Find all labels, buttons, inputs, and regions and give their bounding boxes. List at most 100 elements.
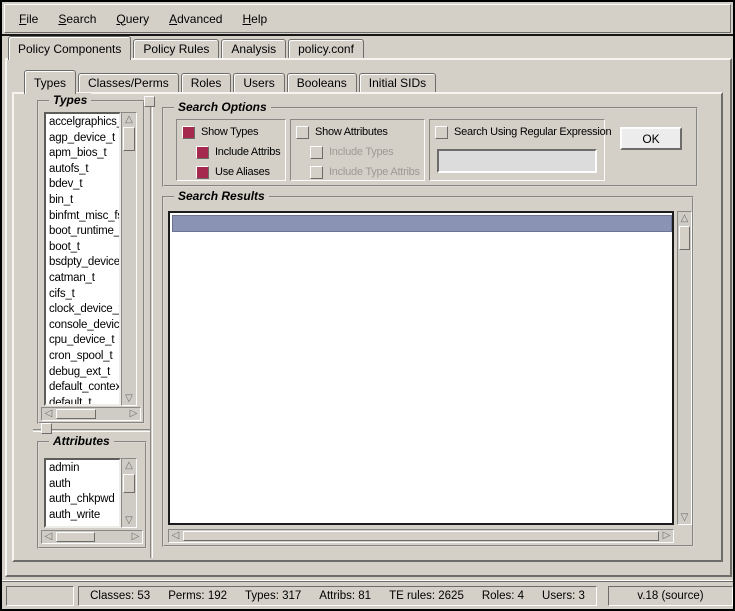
menu-file[interactable]: File	[13, 10, 44, 28]
attributes-vertical-scrollbar[interactable]: △ ▽	[121, 458, 137, 528]
list-item[interactable]: cron_spool_t	[49, 349, 119, 365]
stat-classes: Classes: 53	[90, 590, 150, 602]
horizontal-sash-handle[interactable]	[41, 423, 52, 434]
tab-classes-perms[interactable]: Classes/Perms	[78, 73, 179, 92]
scrollbar-thumb[interactable]	[56, 532, 95, 542]
checkbox-unchecked-icon	[435, 126, 448, 139]
checkbox-label: Include Types	[329, 146, 393, 158]
vertical-sash-handle[interactable]	[144, 96, 155, 107]
checkbox-include-type-attribs[interactable]: Include Type Attribs	[310, 165, 420, 179]
ok-button[interactable]: OK	[620, 127, 682, 150]
scrollbar-thumb[interactable]	[56, 409, 96, 419]
list-item[interactable]: boot_t	[49, 240, 119, 256]
list-item[interactable]: bdev_t	[49, 177, 119, 193]
tab-roles[interactable]: Roles	[181, 73, 232, 92]
menu-help[interactable]: Help	[236, 10, 273, 28]
ok-button-label: OK	[642, 132, 659, 146]
status-separator	[2, 580, 733, 582]
scroll-up-icon[interactable]: △	[678, 212, 691, 225]
checkbox-unchecked-icon	[310, 146, 323, 159]
list-item[interactable]: accelgraphics_e	[49, 115, 119, 131]
scrollbar-thumb[interactable]	[123, 127, 135, 151]
tab-policy-rules[interactable]: Policy Rules	[133, 39, 219, 58]
scroll-up-icon[interactable]: △	[122, 459, 136, 472]
checkbox-unchecked-icon	[296, 126, 309, 139]
stat-roles: Roles: 4	[482, 590, 524, 602]
search-options-label: Search Options	[174, 100, 271, 114]
checkbox-show-attributes[interactable]: Show Attributes	[296, 125, 388, 139]
list-item[interactable]: bsdpty_device_	[49, 255, 119, 271]
list-item[interactable]: cpu_device_t	[49, 333, 119, 349]
list-item[interactable]: bin_t	[49, 193, 119, 209]
results-horizontal-scrollbar[interactable]: ◁ ▷	[168, 529, 674, 543]
menu-query[interactable]: Query	[110, 10, 155, 28]
attributes-listbox[interactable]: admin auth auth_chkpwd auth_write	[44, 458, 121, 528]
tab-types[interactable]: Types	[24, 70, 76, 94]
list-item[interactable]: agp_device_t	[49, 131, 119, 147]
scroll-left-icon[interactable]: ◁	[169, 530, 182, 542]
status-panel-left	[6, 586, 74, 606]
menu-bar: File Search Query Advanced Help	[4, 4, 731, 33]
checkbox-show-types[interactable]: Show Types	[182, 125, 258, 139]
types-horizontal-scrollbar[interactable]: ◁ ▷	[41, 407, 141, 421]
list-item[interactable]: clock_device_t	[49, 302, 119, 318]
menu-advanced[interactable]: Advanced	[163, 10, 228, 28]
checkbox-include-types[interactable]: Include Types	[310, 145, 393, 159]
scroll-down-icon[interactable]: ▽	[122, 392, 136, 405]
scroll-up-icon[interactable]: △	[122, 113, 136, 126]
scroll-down-icon[interactable]: ▽	[122, 514, 136, 527]
version-label: v.18 (source)	[637, 590, 703, 602]
checkbox-include-attribs[interactable]: Include Attribs	[196, 145, 280, 159]
types-vertical-scrollbar[interactable]: △ ▽	[121, 112, 137, 406]
scroll-left-icon[interactable]: ◁	[42, 408, 55, 420]
list-item[interactable]: auth_chkpwd	[49, 492, 119, 508]
tab-users[interactable]: Users	[233, 73, 284, 92]
tab-policy-conf[interactable]: policy.conf	[288, 39, 364, 58]
types-listbox[interactable]: accelgraphics_e agp_device_t apm_bios_t …	[44, 112, 121, 406]
list-item[interactable]: cifs_t	[49, 287, 119, 303]
checkbox-label: Search Using Regular Expression	[454, 126, 611, 138]
checkbox-regex-search[interactable]: Search Using Regular Expression	[435, 125, 611, 139]
app-window: File Search Query Advanced Help Policy C…	[0, 0, 735, 611]
tab-initial-sids[interactable]: Initial SIDs	[359, 73, 436, 92]
selection-highlight	[172, 215, 672, 232]
regex-input[interactable]	[437, 149, 597, 173]
stat-perms: Perms: 192	[168, 590, 227, 602]
checkbox-checked-icon	[196, 146, 209, 159]
scroll-left-icon[interactable]: ◁	[42, 531, 55, 543]
list-item[interactable]: default_t	[49, 396, 119, 406]
list-item[interactable]: debug_ext_t	[49, 365, 119, 381]
list-item[interactable]: auth	[49, 477, 119, 493]
list-item[interactable]: auth_write	[49, 508, 119, 524]
tab-analysis[interactable]: Analysis	[221, 39, 286, 58]
types-frame-label: Types	[49, 93, 91, 107]
list-item[interactable]: admin	[49, 461, 119, 477]
results-vertical-scrollbar[interactable]: △ ▽	[677, 211, 692, 525]
search-results-text[interactable]	[168, 211, 674, 525]
list-item[interactable]: catman_t	[49, 271, 119, 287]
list-item[interactable]: console_device	[49, 318, 119, 334]
scrollbar-thumb[interactable]	[183, 531, 659, 541]
checkbox-checked-icon	[196, 166, 209, 179]
tab-policy-components[interactable]: Policy Components	[8, 36, 131, 60]
attributes-horizontal-scrollbar[interactable]: ◁ ▷	[41, 530, 143, 544]
checkbox-label: Use Aliases	[215, 166, 270, 178]
list-item[interactable]: apm_bios_t	[49, 146, 119, 162]
scrollbar-thumb[interactable]	[679, 226, 690, 250]
scroll-down-icon[interactable]: ▽	[678, 511, 691, 524]
checkbox-label: Include Attribs	[215, 146, 280, 158]
list-item[interactable]: autofs_t	[49, 162, 119, 178]
scroll-right-icon[interactable]: ▷	[129, 531, 142, 543]
checkbox-use-aliases[interactable]: Use Aliases	[196, 165, 270, 179]
list-item[interactable]: boot_runtime_t	[49, 224, 119, 240]
checkbox-label: Include Type Attribs	[329, 166, 420, 178]
menu-search[interactable]: Search	[52, 10, 102, 28]
scroll-right-icon[interactable]: ▷	[660, 530, 673, 542]
list-item[interactable]: default_context	[49, 380, 119, 396]
tab-booleans[interactable]: Booleans	[287, 73, 357, 92]
vertical-sash[interactable]	[150, 96, 153, 558]
checkbox-label: Show Types	[201, 126, 258, 138]
scroll-right-icon[interactable]: ▷	[127, 408, 140, 420]
scrollbar-thumb[interactable]	[123, 474, 135, 493]
list-item[interactable]: binfmt_misc_fs	[49, 209, 119, 225]
